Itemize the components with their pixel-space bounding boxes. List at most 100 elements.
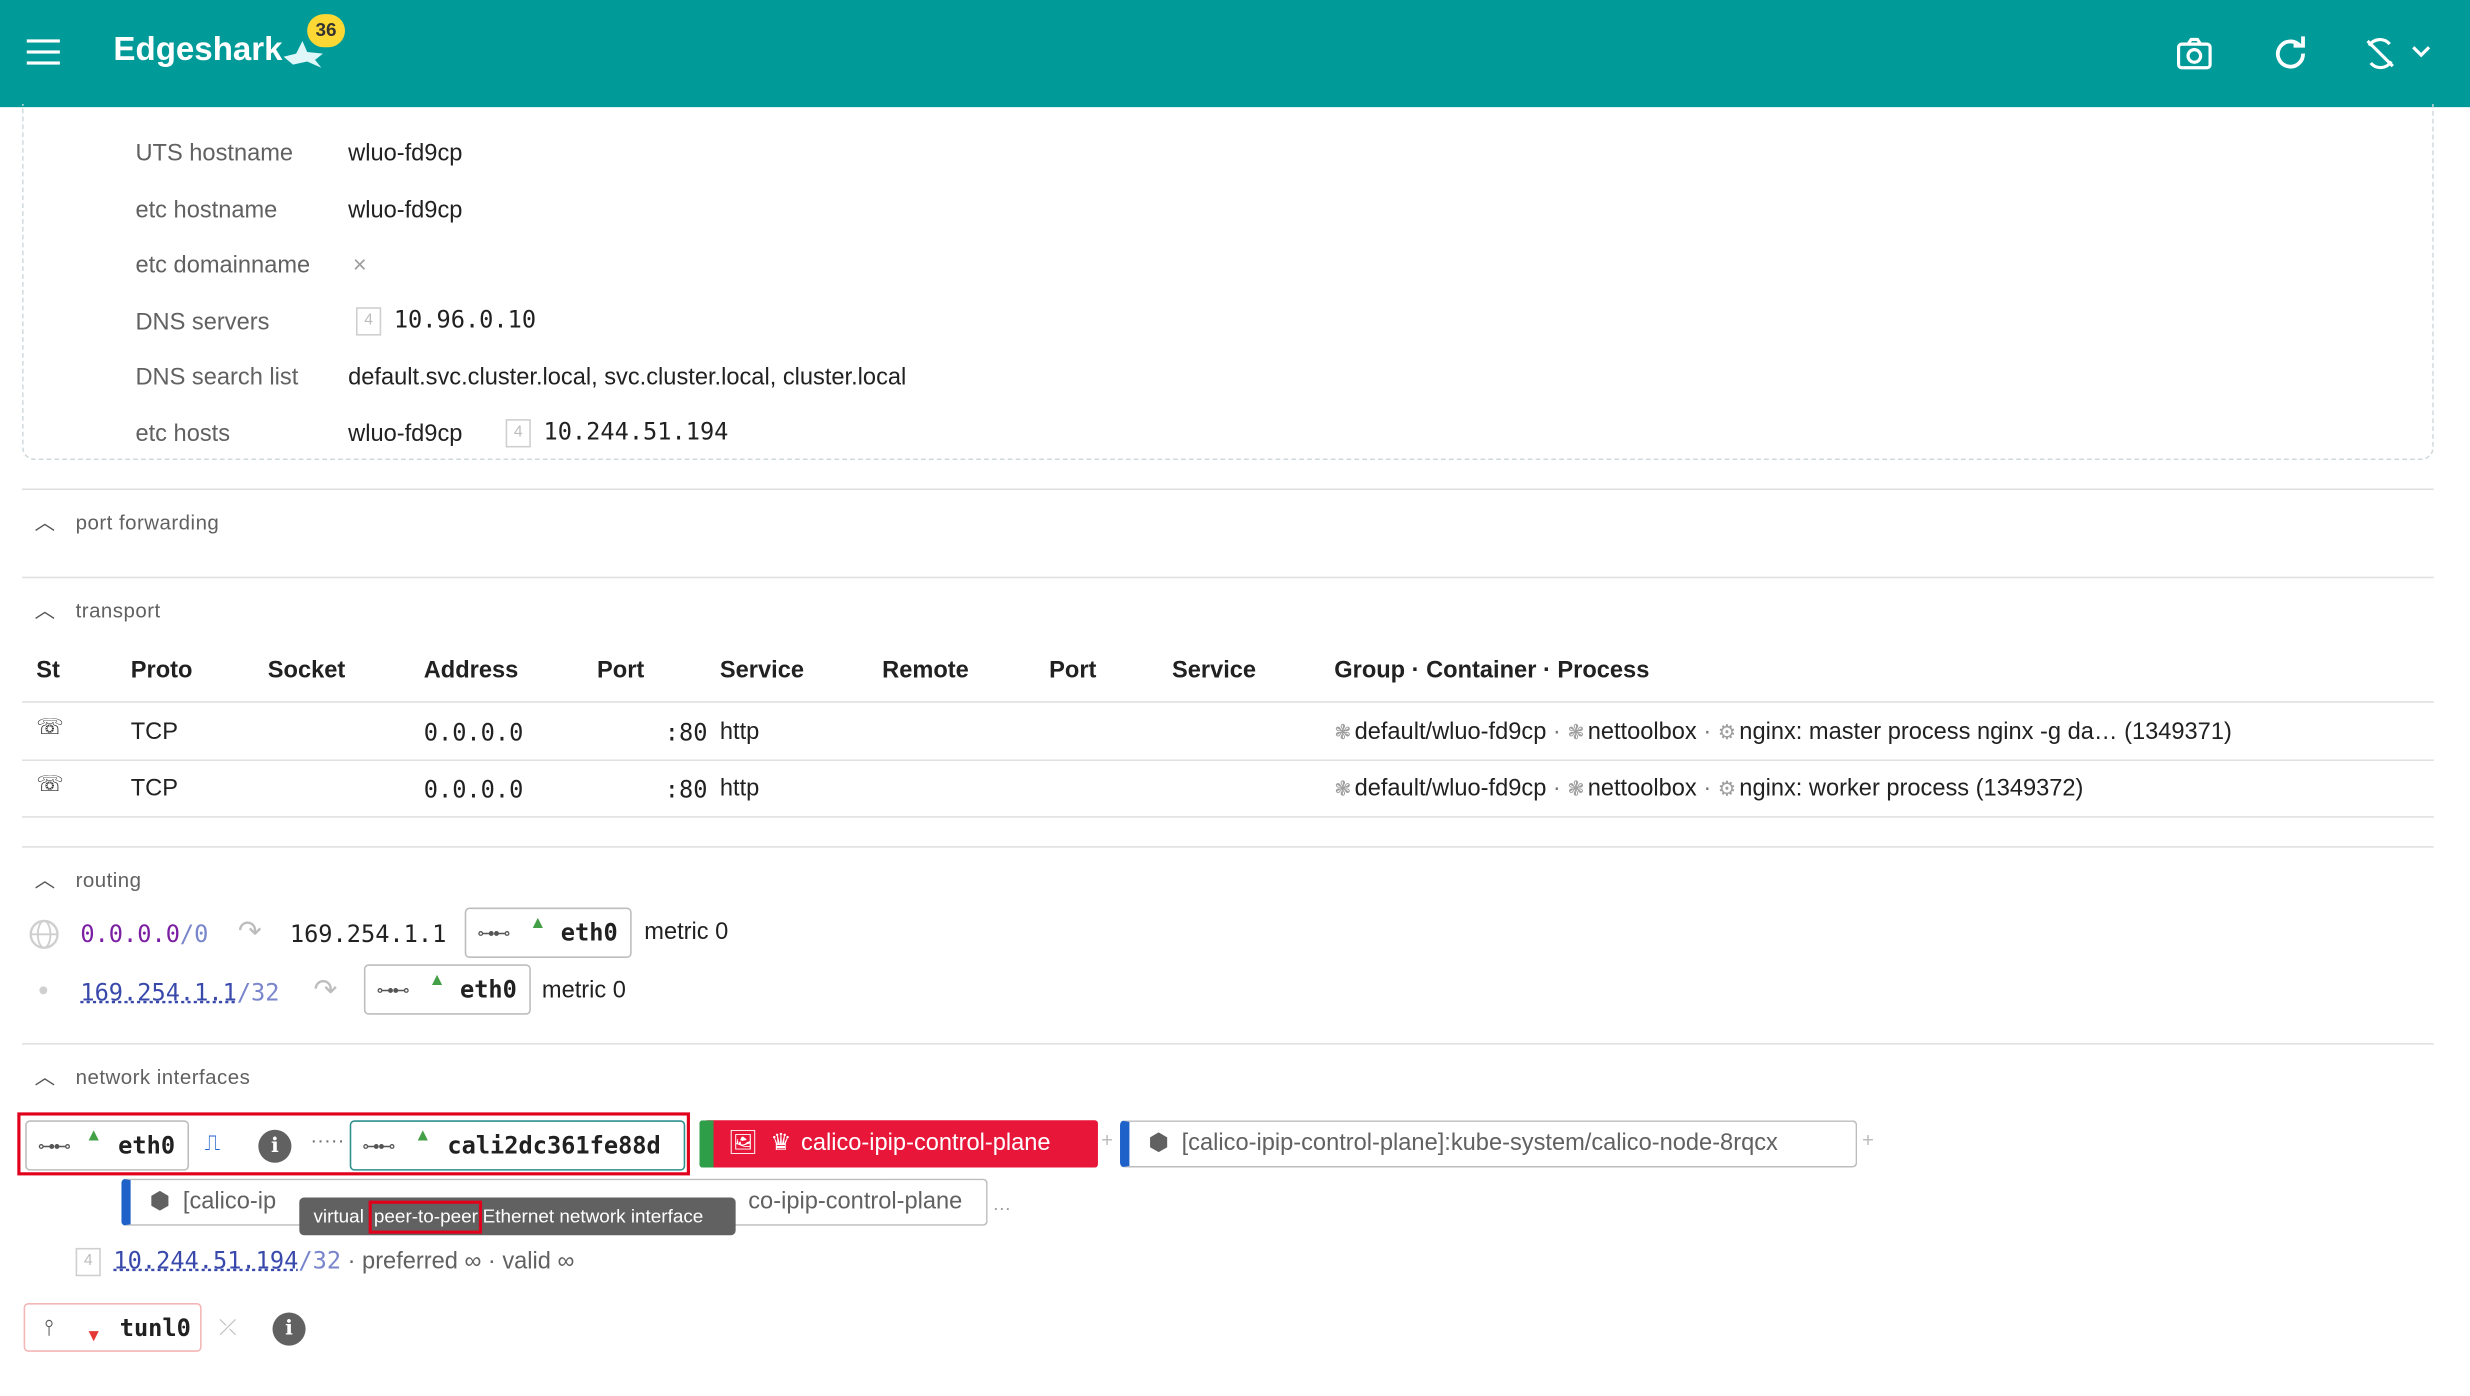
image-icon: 🖼 [727, 1129, 758, 1157]
dns-servers-value: 4 10.96.0.10 [356, 306, 536, 336]
control-plane-chip[interactable]: 🖼 ♛ calico-ipip-control-plane [699, 1120, 1098, 1168]
table-divider [22, 701, 2434, 703]
section-divider [22, 488, 2434, 491]
group-container-process-cell: ❃ default/wluo-fd9cp · ❃ nettoolbox · ⚙ ngi… [1334, 718, 2232, 746]
tunnel-icon: ⫯ [44, 1314, 54, 1340]
tooltip: virtual peer-to-peer Ethernet network int… [299, 1197, 736, 1236]
up-state-icon: ▲ [428, 970, 446, 990]
etc-hostname-label: etc hostname [135, 196, 278, 224]
uts-hostname-label: UTS hostname [135, 140, 294, 168]
plus-separator: + [1861, 1128, 1874, 1152]
service-cell: http [719, 718, 760, 746]
uts-hostname-value: wluo-fd9cp [348, 140, 463, 168]
section-divider [22, 846, 2434, 848]
etc-hosts-label: etc hosts [135, 420, 231, 448]
chevron-up-icon: ︿ [34, 598, 56, 623]
column-header-port[interactable]: Port [597, 657, 644, 684]
section-transport[interactable]: ︿ transport [35, 594, 161, 624]
column-header-remote[interactable]: Remote [882, 657, 969, 684]
menu-icon[interactable] [26, 39, 60, 67]
container-icon: ❃ [1567, 720, 1585, 744]
tooltip-highlight: peer-to-peer [369, 1200, 483, 1234]
ipv4-icon: 4 [356, 307, 382, 336]
more-ellipsis: … [992, 1192, 1012, 1215]
service-cell: http [719, 775, 760, 802]
proto-cell: TCP [130, 775, 179, 802]
table-divider [22, 759, 2434, 762]
dns-server-ip: 10.96.0.10 [393, 305, 537, 335]
table-divider [22, 816, 2434, 818]
container-icon: ⬢ [149, 1188, 171, 1215]
route-arrow-icon: ↷ [313, 973, 338, 1006]
interface-chip-eth0[interactable]: ⊶⊷ ▲ eth0 [363, 964, 531, 1015]
chevron-up-icon: ︿ [34, 510, 56, 535]
nic-icon: ⊶⊷ [37, 1137, 71, 1157]
column-header-address[interactable]: Address [424, 657, 519, 684]
etc-domainname-label: etc domainname [135, 252, 311, 279]
no-carrier-icon: ⤫ [218, 1314, 237, 1340]
nic-icon: ⊶⊷ [376, 981, 409, 1001]
etc-hosts-ip: 4 10.244.51.194 [505, 418, 728, 448]
column-header-group-container-process[interactable]: Group · Container · Process [1334, 657, 1649, 684]
proto-cell: TCP [130, 718, 179, 746]
column-header-service[interactable]: Service [720, 657, 804, 684]
globe-icon [29, 919, 59, 949]
interface-chip-tunl0[interactable]: ⫯ ▼ tunl0 [23, 1303, 202, 1352]
camera-icon[interactable] [2175, 36, 2213, 71]
process-icon: ⚙ [1717, 720, 1737, 744]
plus-separator: + [1101, 1128, 1114, 1152]
section-divider [22, 1043, 2434, 1045]
route-destination[interactable]: 169.254.1.1/32 [80, 978, 279, 1006]
refresh-icon[interactable] [2273, 36, 2308, 71]
peer-interface-chip[interactable]: ⊶⊷ ▲ cali2dc361fe88d [349, 1120, 686, 1171]
route-metric: metric 0 [541, 976, 626, 1004]
sync-off-icon[interactable] [2363, 36, 2398, 71]
port-cell: :80 [664, 718, 708, 747]
interface-chip-eth0[interactable]: ⊶⊷ ▲ eth0 [25, 1120, 190, 1171]
dns-servers-label: DNS servers [135, 308, 270, 336]
info-icon[interactable]: i [272, 1312, 306, 1346]
route-gateway: 169.254.1.1 [289, 920, 447, 949]
column-header-remote-service[interactable]: Service [1172, 657, 1256, 684]
section-port-forwarding[interactable]: ︿ port forwarding [35, 506, 220, 536]
route-destination[interactable]: 0.0.0.0/0 [80, 920, 208, 948]
interface-address: 4 10.244.51.194/32 · preferred ∞ · valid … [75, 1246, 574, 1277]
info-icon[interactable]: i [258, 1129, 292, 1163]
notification-badge: 36 [307, 14, 345, 48]
chevron-down-icon[interactable] [2410, 44, 2432, 60]
empty-value-icon: × [352, 252, 367, 279]
process-icon: ⚙ [1717, 776, 1737, 801]
up-state-icon: ▲ [414, 1126, 432, 1146]
up-state-icon: ▲ [529, 913, 547, 933]
listening-state-icon: ☏ [36, 770, 64, 796]
listening-state-icon: ☏ [36, 713, 64, 739]
crown-icon: ♛ [770, 1129, 792, 1157]
etc-hosts-name: wluo-fd9cp [348, 420, 463, 448]
address-cell: 0.0.0.0 [423, 718, 524, 747]
up-state-icon: ▲ [85, 1126, 103, 1146]
column-header-st[interactable]: St [36, 657, 60, 684]
section-divider [22, 576, 2434, 579]
etc-hostname-value: wluo-fd9cp [348, 196, 463, 224]
container-icon: ⬢ [1148, 1129, 1170, 1157]
address-link[interactable]: 10.244.51.194 [113, 1246, 298, 1274]
kubernetes-icon: ❃ [1334, 720, 1352, 744]
nic-icon: ⊶⊷ [477, 924, 510, 944]
section-routing[interactable]: ︿ routing [35, 863, 142, 893]
peer-link-dots: ····· [310, 1128, 345, 1152]
host-route-dot-icon [39, 986, 48, 995]
veth-pair-icon: ⎍ [204, 1129, 221, 1155]
container-chip[interactable]: ⬢ [calico-ipip-control-plane]:kube-system… [1120, 1120, 1858, 1168]
address-cell: 0.0.0.0 [423, 775, 524, 804]
column-header-remote-port[interactable]: Port [1049, 657, 1096, 684]
column-header-socket[interactable]: Socket [268, 657, 346, 684]
dns-search-label: DNS search list [135, 363, 299, 391]
interface-chip-eth0[interactable]: ⊶⊷ ▲ eth0 [464, 907, 632, 958]
route-arrow-icon: ↷ [237, 915, 262, 947]
down-state-icon: ▼ [85, 1326, 103, 1346]
group-container-process-cell: ❃ default/wluo-fd9cp · ❃ nettoolbox · ⚙ ngi… [1334, 775, 2084, 802]
column-header-proto[interactable]: Proto [131, 657, 193, 684]
kubernetes-icon: ❃ [1334, 776, 1352, 801]
app-bar: Edgeshark 36 [0, 0, 2470, 108]
section-network-interfaces[interactable]: ︿ network interfaces [35, 1060, 251, 1090]
